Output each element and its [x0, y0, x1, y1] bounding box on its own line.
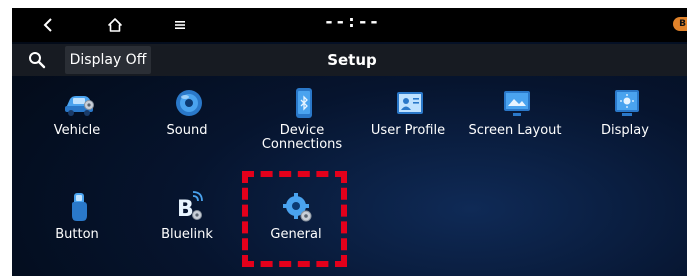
menu-tile-display[interactable]: Display	[575, 76, 675, 160]
speaker-icon	[176, 90, 202, 116]
phone-icon	[296, 88, 312, 118]
screen-layout-icon	[504, 91, 530, 116]
menu-tile-label: Vehicle	[53, 123, 101, 138]
title-bar: Display Off Setup	[12, 44, 687, 76]
menu-button[interactable]	[167, 8, 193, 42]
status-indicator-icon: B	[673, 17, 687, 31]
highlight-box	[242, 171, 347, 267]
button-hand-icon	[72, 193, 87, 221]
bluelink-icon: B	[177, 191, 203, 222]
menu-tile-screen-layout[interactable]: Screen Layout	[465, 76, 565, 160]
home-icon	[108, 18, 122, 32]
status-bar: --:-- B	[12, 8, 687, 42]
menu-tile-label: Screen Layout	[468, 123, 562, 138]
menu-tile-button[interactable]: Button	[27, 180, 127, 264]
back-chevron-icon	[43, 18, 52, 32]
menu-tile-sound[interactable]: Sound	[137, 76, 237, 160]
menu-tile-vehicle[interactable]: Vehicle	[27, 76, 127, 160]
menu-tile-bluelink[interactable]: B Bluelink	[137, 180, 237, 264]
menu-tile-label: Bluelink	[161, 227, 213, 242]
menu-tile-label: Button	[55, 227, 99, 242]
display-off-button[interactable]: Display Off	[65, 46, 151, 74]
display-icon	[615, 90, 639, 116]
svg-text:B: B	[177, 197, 194, 222]
menu-tile-label: Device Connections	[261, 123, 343, 152]
page-title: Setup	[327, 51, 377, 69]
menu-tile-label: Display	[601, 123, 649, 138]
menu-icon	[175, 21, 185, 29]
menu-tile-label: Sound	[166, 123, 208, 138]
vehicle-icon	[65, 96, 94, 116]
menu-tile-device-connections[interactable]: Device Connections	[252, 76, 352, 160]
setup-screen: --:-- B Display Off Setup Vehicle Sound …	[12, 8, 687, 276]
search-button[interactable]	[12, 44, 62, 76]
back-button[interactable]	[34, 8, 62, 42]
user-profile-icon	[397, 92, 423, 114]
menu-tile-label: User Profile	[370, 123, 446, 138]
home-button[interactable]	[100, 8, 130, 42]
search-icon	[29, 52, 46, 69]
clock: --:--	[323, 12, 381, 32]
menu-tile-user-profile[interactable]: User Profile	[358, 76, 458, 160]
